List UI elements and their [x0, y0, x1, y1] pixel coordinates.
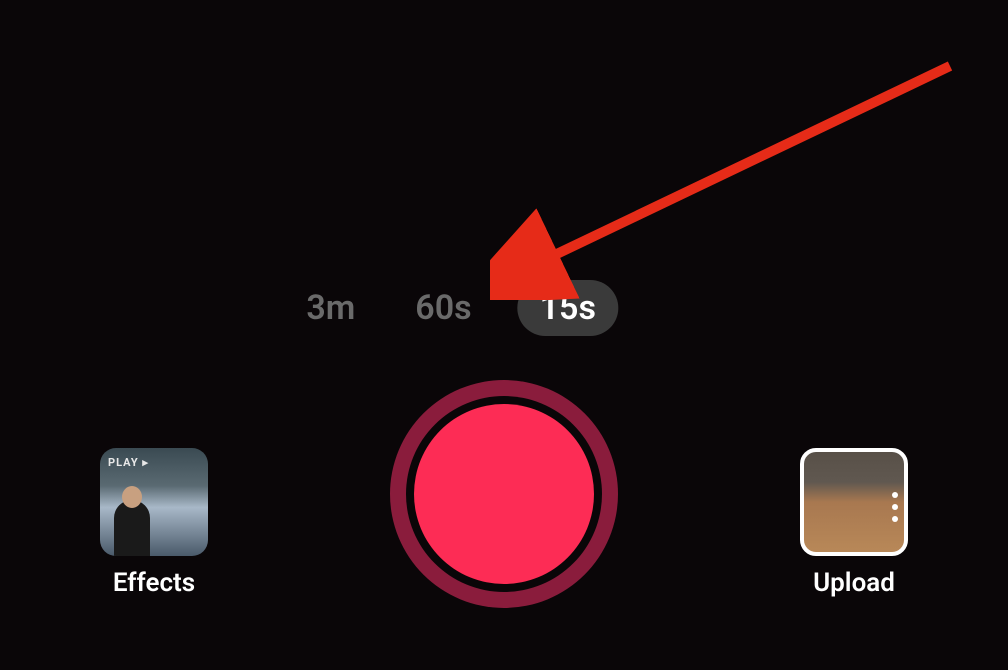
upload-thumbnail — [800, 448, 908, 556]
upload-button[interactable]: Upload — [800, 448, 908, 598]
effects-thumbnail: PLAY ▸ — [100, 448, 208, 556]
duration-picker: 3m 60s 15s — [292, 280, 618, 336]
record-inner-icon — [414, 404, 594, 584]
effects-button[interactable]: PLAY ▸ Effects — [100, 448, 208, 598]
annotation-arrow-icon — [490, 50, 970, 300]
duration-option-15s[interactable]: 15s — [518, 280, 618, 336]
effects-person-icon — [114, 500, 150, 556]
duration-option-60s[interactable]: 60s — [401, 282, 485, 334]
upload-label: Upload — [813, 568, 895, 598]
record-button[interactable] — [390, 380, 618, 608]
effects-label: Effects — [113, 568, 195, 598]
upload-dots-icon — [892, 492, 898, 522]
effects-play-badge: PLAY ▸ — [108, 456, 149, 469]
duration-option-3m[interactable]: 3m — [292, 282, 369, 334]
